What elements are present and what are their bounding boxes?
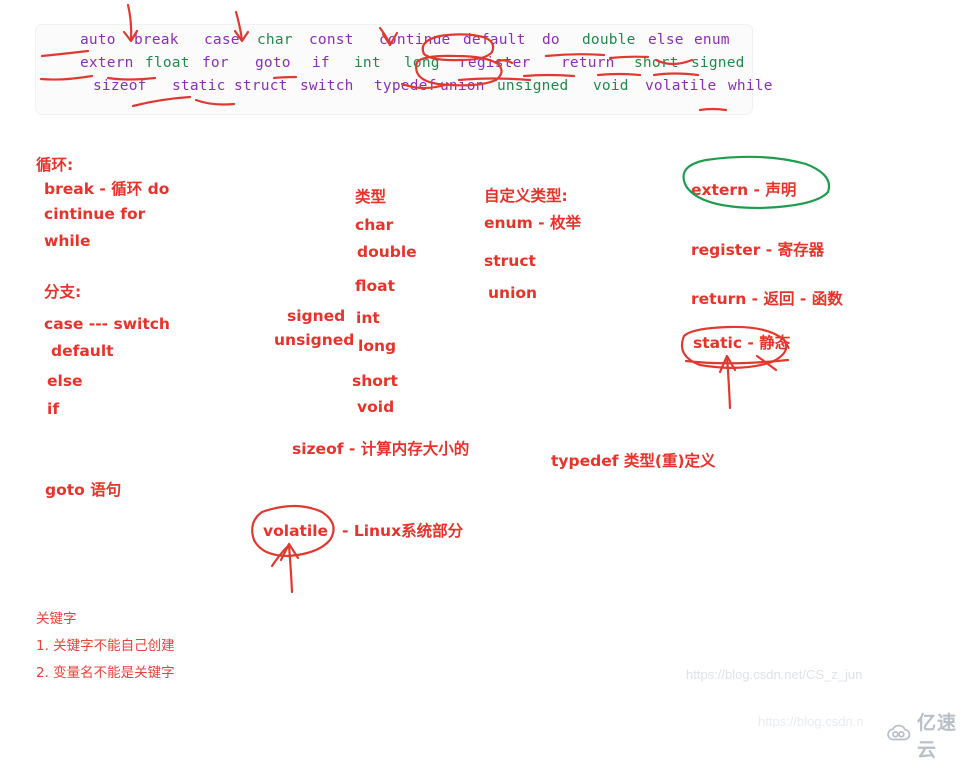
- keyword-continue: continue: [379, 32, 451, 48]
- keyword-row-2: extern float for goto if int long register retur…: [36, 55, 752, 78]
- keyword-const: const: [309, 32, 354, 48]
- footer-item-2: 2. 变量名不能是关键字: [36, 665, 175, 681]
- keyword-if: if: [312, 55, 330, 71]
- branch-line-4: if: [47, 400, 60, 418]
- cloud-icon: [886, 724, 912, 747]
- static-tick: [755, 354, 778, 372]
- keyword-double: double: [582, 32, 636, 48]
- keyword-goto: goto: [255, 55, 291, 71]
- loop-heading: 循环:: [36, 156, 74, 174]
- branch-line-3: else: [47, 372, 83, 390]
- watermark-primary: https://blog.csdn.net/CS_z_jun: [686, 667, 863, 682]
- keyword-for: for: [202, 55, 229, 71]
- goto-line: goto 语句: [45, 481, 122, 499]
- type-long: long: [358, 337, 397, 355]
- keyword-int: int: [354, 55, 381, 71]
- keyword-typedef: typedef: [374, 78, 437, 94]
- right-static-line: static - 静态: [693, 334, 791, 352]
- custom-type-enum: enum - 枚举: [484, 214, 581, 232]
- site-logo: 亿速云: [886, 708, 972, 762]
- arrow-to-static: [718, 354, 737, 410]
- sizeof-line: sizeof - 计算内存大小的: [292, 440, 470, 458]
- keyword-break: break: [134, 32, 179, 48]
- keyword-float: float: [145, 55, 190, 71]
- keyword-union: union: [440, 78, 485, 94]
- custom-type-struct: struct: [484, 252, 536, 270]
- site-logo-text: 亿速云: [917, 712, 958, 761]
- arrow-to-volatile: [270, 542, 300, 594]
- loop-line-3: while: [44, 232, 91, 250]
- keyword-case: case: [204, 32, 240, 48]
- keyword-void: void: [593, 78, 629, 94]
- keyword-return: return: [561, 55, 615, 71]
- watermark-secondary: https://blog.csdn.n: [758, 714, 864, 729]
- custom-type-union: union: [488, 284, 538, 302]
- volatile-word: volatile: [263, 522, 329, 540]
- typedef-line: typedef 类型(重)定义: [551, 452, 716, 470]
- branch-heading: 分支:: [44, 283, 82, 301]
- keyword-unsigned: unsigned: [497, 78, 569, 94]
- keyword-switch: switch: [300, 78, 354, 94]
- keyword-extern: extern: [80, 55, 134, 71]
- notes-canvas: auto break case char const continue default do d…: [0, 0, 972, 761]
- keyword-char: char: [257, 32, 293, 48]
- right-register-line: register - 寄存器: [691, 241, 825, 259]
- keyword-default: default: [463, 32, 526, 48]
- type-modifier-unsigned: unsigned: [274, 331, 355, 349]
- type-int: int: [356, 309, 380, 327]
- keyword-row-3: sizeof static struct switch typedef union unsi…: [36, 78, 772, 101]
- branch-line-1: case --- switch: [44, 315, 170, 333]
- keyword-struct: struct: [234, 78, 288, 94]
- branch-line-2: default: [51, 342, 114, 360]
- custom-type-heading: 自定义类型:: [484, 187, 568, 205]
- keyword-static: static: [172, 78, 226, 94]
- type-double: double: [357, 243, 417, 261]
- type-heading: 类型: [355, 188, 387, 206]
- type-short: short: [352, 372, 398, 390]
- keyword-long: long: [404, 55, 440, 71]
- type-float: float: [355, 277, 396, 295]
- footer-title: 关键字: [36, 611, 77, 627]
- footer-item-1: 1. 关键字不能自己创建: [36, 638, 175, 654]
- keyword-signed: signed: [691, 55, 745, 71]
- keyword-enum: enum: [694, 32, 730, 48]
- keyword-auto: auto: [80, 32, 116, 48]
- keyword-row-1: auto break case char const continue default do d…: [36, 32, 752, 55]
- c-keyword-reference-box: auto break case char const continue default do d…: [36, 25, 772, 114]
- loop-line-2: cintinue for: [44, 205, 146, 223]
- type-char: char: [355, 216, 394, 234]
- keyword-volatile: volatile: [645, 78, 717, 94]
- keyword-register: register: [459, 55, 531, 71]
- volatile-description: - Linux系统部分: [342, 522, 464, 540]
- right-return-line: return - 返回 - 函数: [691, 290, 843, 308]
- static-underline: [684, 358, 790, 365]
- keyword-do: do: [542, 32, 560, 48]
- right-extern-line: extern - 声明: [691, 181, 797, 199]
- keyword-else: else: [648, 32, 684, 48]
- type-void: void: [357, 398, 395, 416]
- type-modifier-signed: signed: [287, 307, 346, 325]
- loop-line-1: break - 循环 do: [44, 180, 170, 198]
- keyword-sizeof: sizeof: [93, 78, 147, 94]
- keyword-while: while: [728, 78, 773, 94]
- keyword-short: short: [634, 55, 679, 71]
